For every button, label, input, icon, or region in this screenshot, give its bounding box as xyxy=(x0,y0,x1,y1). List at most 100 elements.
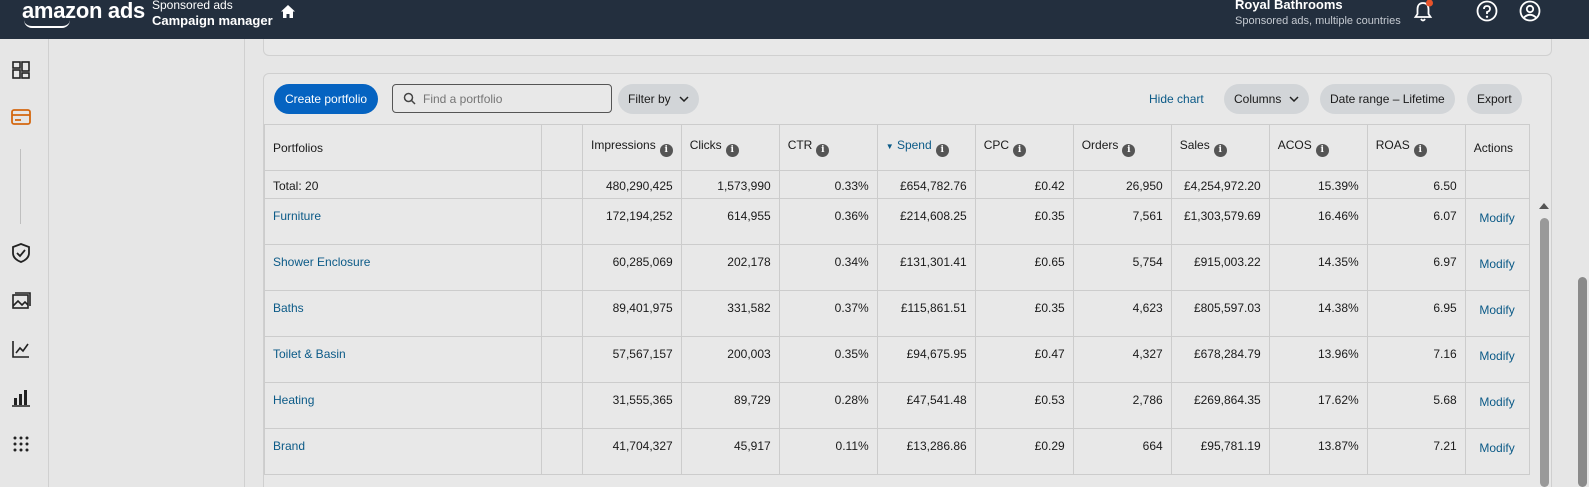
modify-link[interactable]: Modify xyxy=(1474,301,1514,317)
cell-spend: £115,861.51 xyxy=(876,290,976,337)
export-button[interactable]: Export xyxy=(1467,84,1522,114)
date-range-button[interactable]: Date range – Lifetime xyxy=(1320,84,1455,114)
col-header-cpc[interactable]: CPC i xyxy=(974,124,1074,171)
col-header-clicks[interactable]: Clicks i xyxy=(680,124,780,171)
col-header-sales[interactable]: Sales i xyxy=(1170,124,1270,171)
col-header-impressions[interactable]: Impressions i xyxy=(582,124,682,171)
reports-trend-icon[interactable] xyxy=(10,338,32,360)
modify-link[interactable]: Modify xyxy=(1474,255,1514,271)
cell-ctr: 0.37% xyxy=(778,290,878,337)
total-row: Total: 20 480,290,425 1,573,990 0.33% £6… xyxy=(264,170,1530,199)
col-header-portfolios[interactable]: Portfolios xyxy=(264,124,542,171)
info-icon[interactable]: i xyxy=(816,144,830,157)
table-scroll-up-arrow[interactable] xyxy=(1539,203,1549,209)
total-blank xyxy=(541,170,583,199)
total-orders: 26,950 xyxy=(1072,170,1172,199)
cell-ctr: 0.35% xyxy=(778,336,878,383)
modify-link[interactable]: Modify xyxy=(1474,209,1514,225)
cell-impressions: 57,567,157 xyxy=(582,336,682,383)
cell-sales: £915,003.22 xyxy=(1170,244,1270,291)
table-scrollbar-thumb[interactable] xyxy=(1540,218,1549,487)
actions-cell: Modify xyxy=(1464,290,1530,337)
portfolio-name-link[interactable]: Toilet & Basin xyxy=(264,336,542,383)
cell-orders: 4,327 xyxy=(1072,336,1172,383)
col-header-ctr[interactable]: CTR i xyxy=(778,124,878,171)
info-icon[interactable]: i xyxy=(935,144,949,157)
table-row: Brand 41,704,327 45,917 0.11% £13,286.86 £0.2… xyxy=(264,428,1530,475)
portfolio-name-link[interactable]: Brand xyxy=(264,428,542,475)
apps-grid-icon[interactable] xyxy=(10,433,32,455)
modify-link[interactable]: Modify xyxy=(1474,393,1514,409)
portfolio-name-link[interactable]: Shower Enclosure xyxy=(264,244,542,291)
total-ctr: 0.33% xyxy=(778,170,878,199)
page-scrollbar-thumb[interactable] xyxy=(1578,277,1587,487)
hide-chart-link[interactable]: Hide chart xyxy=(1149,92,1204,106)
col-header-blank xyxy=(541,124,583,171)
col-header-acos[interactable]: ACOS i xyxy=(1268,124,1368,171)
total-label: Total: 20 xyxy=(264,170,542,199)
columns-label: Columns xyxy=(1234,92,1282,106)
col-header-actions: Actions xyxy=(1464,124,1530,171)
cell-orders: 7,561 xyxy=(1072,198,1172,245)
cell-orders: 2,786 xyxy=(1072,382,1172,429)
info-icon[interactable]: i xyxy=(1413,144,1427,157)
portfolio-name-link[interactable]: Baths xyxy=(264,290,542,337)
portfolio-name-link[interactable]: Furniture xyxy=(264,198,542,245)
chevron-down-icon xyxy=(1289,96,1299,102)
cell-roas: 7.16 xyxy=(1366,336,1466,383)
filter-by-button[interactable]: Filter by xyxy=(618,84,699,114)
col-header-spend[interactable]: ▼ Spend i xyxy=(876,124,976,171)
info-icon[interactable]: i xyxy=(1213,144,1227,157)
cell-orders: 5,754 xyxy=(1072,244,1172,291)
modify-link[interactable]: Modify xyxy=(1474,347,1514,363)
cell-ctr: 0.28% xyxy=(778,382,878,429)
dashboard-icon[interactable] xyxy=(10,59,32,81)
portfolio-name-link[interactable]: Heating xyxy=(264,382,542,429)
help-icon[interactable] xyxy=(1475,0,1499,24)
cell-roas: 5.68 xyxy=(1366,382,1466,429)
top-bar: amazon ads Sponsored ads Campaign manage… xyxy=(0,0,1589,39)
actions-cell: Modify xyxy=(1464,382,1530,429)
cell-impressions: 60,285,069 xyxy=(582,244,682,291)
info-icon[interactable]: i xyxy=(1013,144,1027,157)
cell-cpc: £0.65 xyxy=(974,244,1074,291)
notification-bell-icon[interactable] xyxy=(1411,0,1435,24)
actions-cell: Modify xyxy=(1464,244,1530,291)
account-selector[interactable]: Royal Bathrooms Sponsored ads, multiple … xyxy=(1235,0,1401,29)
cell-acos: 13.87% xyxy=(1268,428,1368,475)
col-header-orders[interactable]: Orders i xyxy=(1072,124,1172,171)
creative-assets-icon[interactable] xyxy=(10,290,32,312)
col-header-roas[interactable]: ROAS i xyxy=(1366,124,1466,171)
total-acos: 15.39% xyxy=(1268,170,1368,199)
cell-clicks: 45,917 xyxy=(680,428,780,475)
info-icon[interactable]: i xyxy=(659,144,673,157)
portfolio-search-box[interactable] xyxy=(392,84,612,113)
secondary-sidebar xyxy=(48,39,245,487)
columns-button[interactable]: Columns xyxy=(1224,84,1310,114)
cell-orders: 664 xyxy=(1072,428,1172,475)
cell-roas: 6.07 xyxy=(1366,198,1466,245)
sort-descending-icon: ▼ xyxy=(885,142,894,151)
search-input[interactable] xyxy=(423,90,603,108)
total-sales: £4,254,972.20 xyxy=(1170,170,1270,199)
table-row: Baths 89,401,975 331,582 0.37% £115,861.51 £0… xyxy=(264,290,1530,337)
search-icon xyxy=(403,92,416,105)
campaigns-icon[interactable] xyxy=(10,106,32,128)
portfolios-table: Portfolios Impressions i Clicks i CTR i ▼ S… xyxy=(264,124,1530,475)
measurement-bar-chart-icon[interactable] xyxy=(10,386,32,408)
cell-spend: £131,301.41 xyxy=(876,244,976,291)
cell-roas: 7.21 xyxy=(1366,428,1466,475)
user-profile-icon[interactable] xyxy=(1518,0,1542,24)
modify-link[interactable]: Modify xyxy=(1474,439,1514,455)
cell-cpc: £0.35 xyxy=(974,198,1074,245)
create-portfolio-button[interactable]: Create portfolio xyxy=(274,84,379,114)
cell-sales: £269,864.35 xyxy=(1170,382,1270,429)
shield-icon[interactable] xyxy=(10,242,32,264)
info-icon[interactable]: i xyxy=(1315,144,1329,157)
cell-clicks: 614,955 xyxy=(680,198,780,245)
cell-cpc: £0.29 xyxy=(974,428,1074,475)
home-icon[interactable] xyxy=(280,4,296,20)
info-icon[interactable]: i xyxy=(725,144,739,157)
info-icon[interactable]: i xyxy=(1122,144,1136,157)
total-roas: 6.50 xyxy=(1366,170,1466,199)
